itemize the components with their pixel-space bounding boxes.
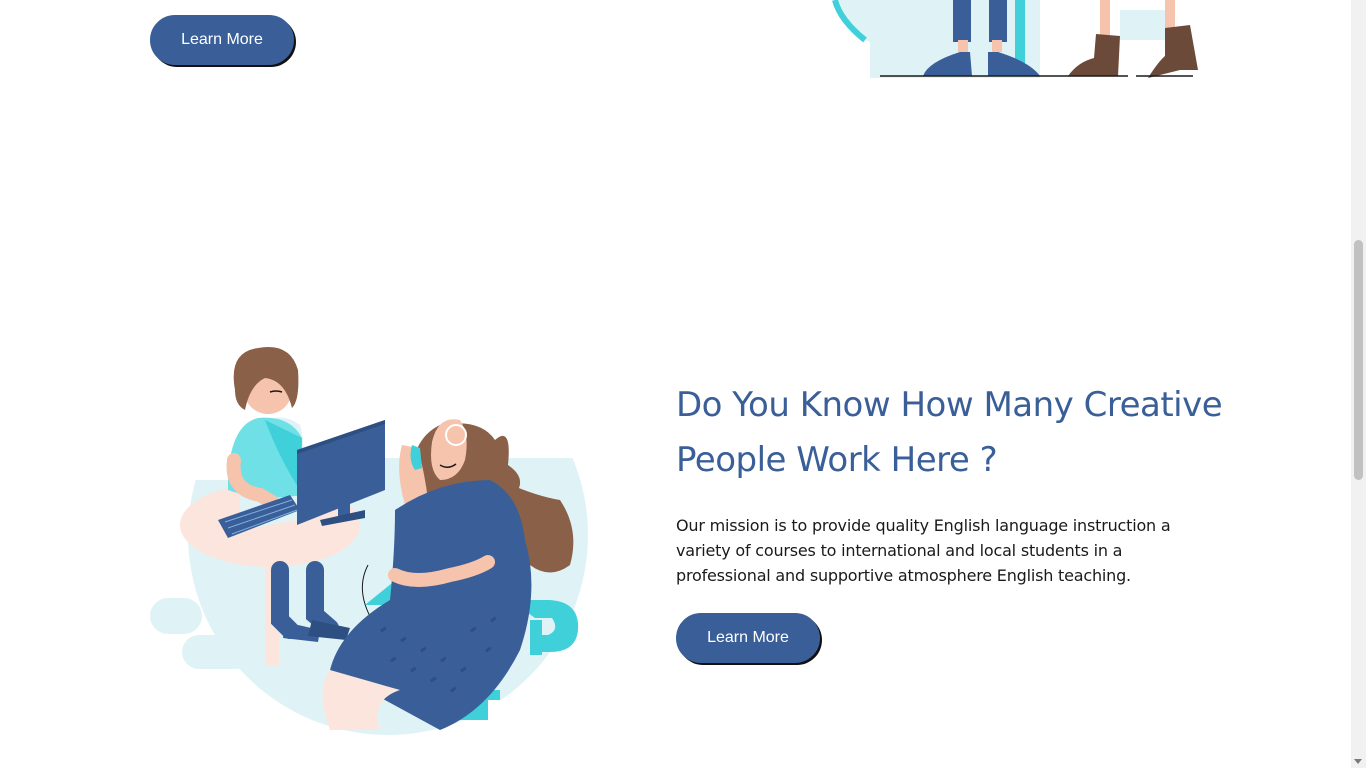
learn-more-button-top[interactable]: Learn More xyxy=(150,15,294,65)
section-heading: Do You Know How Many Creative People Wor… xyxy=(676,385,1223,480)
learn-more-button-label: Learn More xyxy=(181,31,263,48)
page: Learn More Do You Know How Many Creative… xyxy=(0,0,1366,768)
people-legs-illustration xyxy=(832,0,1198,78)
scrollbar-thumb[interactable] xyxy=(1354,240,1363,480)
scroll-down-arrow-icon[interactable] xyxy=(1354,759,1362,764)
learn-more-button[interactable]: Learn More xyxy=(676,613,820,663)
office-workers-illustration xyxy=(140,330,600,740)
section-paragraph: Our mission is to provide quality Englis… xyxy=(676,516,1171,585)
learn-more-button-label: Learn More xyxy=(707,629,789,646)
page-scrollbar[interactable] xyxy=(1351,0,1366,768)
